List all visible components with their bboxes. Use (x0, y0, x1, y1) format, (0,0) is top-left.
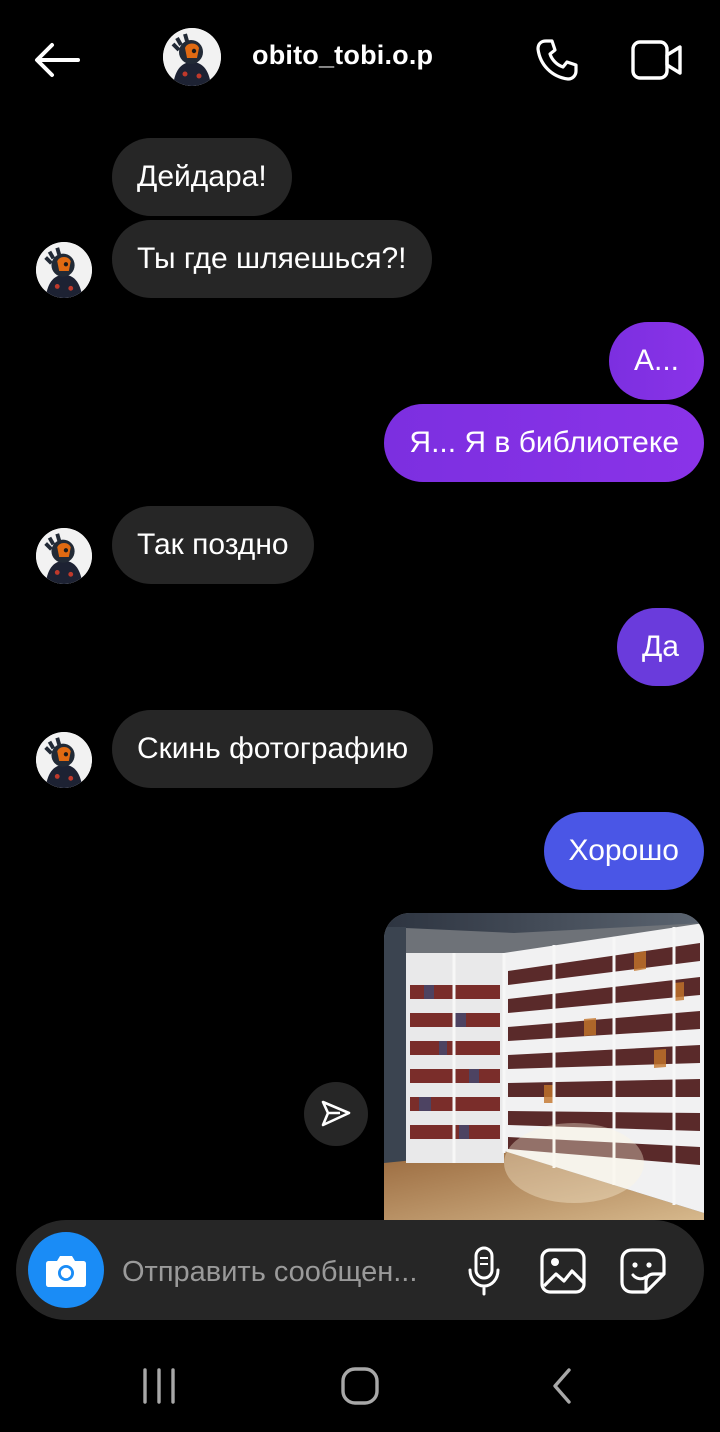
send-icon (321, 1100, 351, 1127)
camera-button[interactable] (28, 1232, 104, 1308)
arrow-left-icon (35, 43, 80, 77)
message-bubble-outgoing[interactable]: Я... Я в библиотеке (384, 404, 704, 482)
video-camera-icon (631, 40, 682, 80)
chat-screen: obito_tobi.o.p Дейдара! Ты где шляешься?… (0, 0, 720, 1432)
sticker-button[interactable] (618, 1246, 668, 1296)
recents-icon (143, 1368, 175, 1404)
avatar[interactable] (163, 28, 221, 86)
chat-username[interactable]: obito_tobi.o.p (252, 40, 433, 71)
chevron-left-icon (553, 1368, 571, 1404)
photo-message[interactable] (384, 913, 704, 1220)
back-button[interactable] (28, 32, 84, 88)
system-back-button[interactable] (540, 1362, 584, 1410)
avatar[interactable] (36, 528, 92, 584)
sticker-icon (620, 1248, 666, 1294)
avatar[interactable] (36, 732, 92, 788)
microphone-icon (468, 1246, 500, 1296)
message-bubble-incoming[interactable]: Дейдара! (112, 138, 292, 216)
gallery-button[interactable] (538, 1246, 588, 1296)
phone-icon (536, 39, 578, 81)
microphone-button[interactable] (462, 1244, 506, 1298)
message-bubble-outgoing[interactable]: А... (608, 322, 704, 400)
video-call-button[interactable] (625, 30, 689, 90)
avatar-image (36, 528, 92, 584)
message-composer (16, 1220, 704, 1320)
system-navigation-bar (0, 1340, 720, 1432)
home-button[interactable] (334, 1360, 386, 1412)
avatar-image (36, 732, 92, 788)
home-icon (341, 1367, 379, 1405)
call-button[interactable] (527, 30, 587, 90)
message-bubble-outgoing[interactable]: Да (616, 608, 704, 686)
gallery-icon (540, 1248, 586, 1294)
message-bubble-incoming[interactable]: Ты где шляешься?! (112, 220, 432, 298)
message-bubble-incoming[interactable]: Скинь фотографию (112, 710, 434, 788)
avatar[interactable] (36, 242, 92, 298)
message-bubble-incoming[interactable]: Так поздно (112, 506, 314, 584)
avatar-image (163, 28, 221, 86)
recents-button[interactable] (134, 1364, 184, 1408)
library-bookshelves-photo (384, 913, 704, 1220)
message-input[interactable] (120, 1248, 454, 1296)
avatar-image (36, 242, 92, 298)
camera-icon (46, 1256, 86, 1287)
share-button[interactable] (304, 1082, 368, 1146)
message-bubble-outgoing[interactable]: Хорошо (543, 812, 704, 890)
chat-header: obito_tobi.o.p (0, 0, 720, 118)
